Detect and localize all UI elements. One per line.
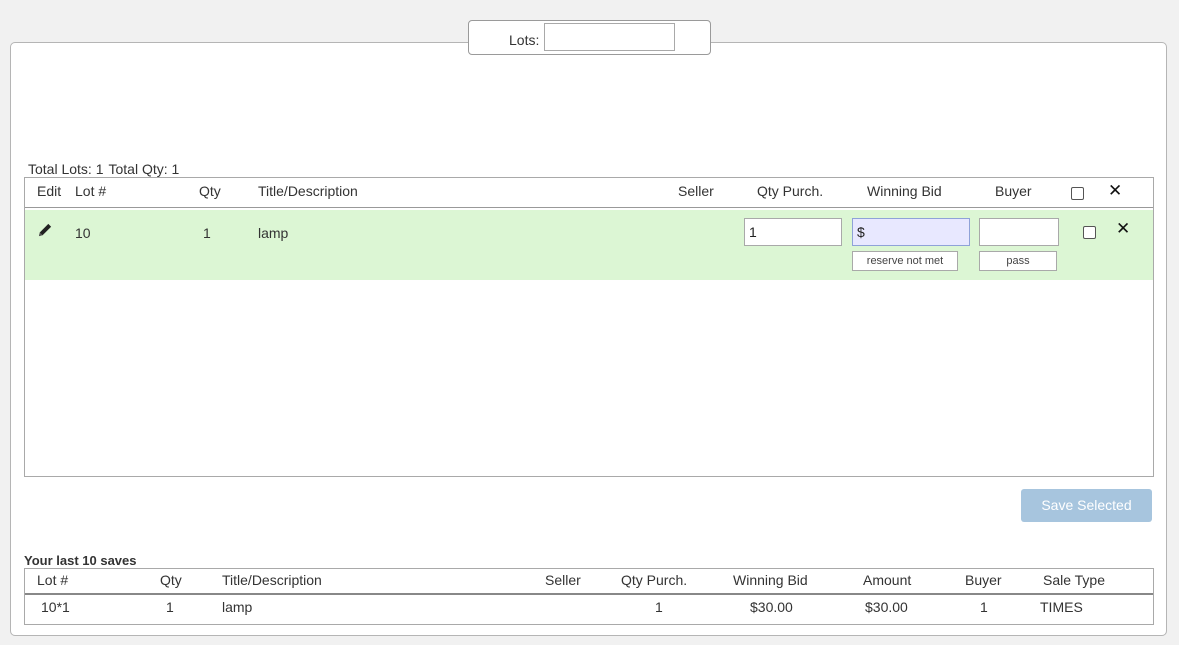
history-title: Your last 10 saves — [24, 553, 137, 568]
pass-button[interactable]: pass — [979, 251, 1057, 271]
history-header-lot: Lot # — [37, 572, 69, 588]
header-qty-purch: Qty Purch. — [757, 183, 824, 199]
header-lot: Lot # — [75, 183, 107, 199]
qty-purch-input[interactable] — [744, 218, 842, 246]
history-winning-bid: $30.00 — [750, 599, 793, 615]
select-all-checkbox[interactable] — [1071, 187, 1084, 200]
history-header-title: Title/Description — [222, 572, 322, 588]
lots-input[interactable] — [544, 23, 675, 51]
lots-grid: Edit Lot # Qty Title/Description Seller … — [24, 177, 1154, 477]
row-select-checkbox[interactable] — [1083, 226, 1096, 239]
history-sale-type: TIMES — [1040, 599, 1083, 615]
header-buyer: Buyer — [995, 183, 1032, 199]
row-qty: 1 — [203, 225, 211, 241]
reserve-not-met-button[interactable]: reserve not met — [852, 251, 958, 271]
totals-summary: Total Lots: 1 Total Qty: 1 — [28, 161, 184, 177]
lots-label: Lots: — [509, 32, 540, 48]
history-header: Lot # Qty Title/Description Seller Qty P… — [25, 569, 1153, 595]
grid-header: Edit Lot # Qty Title/Description Seller … — [25, 178, 1153, 208]
header-seller: Seller — [678, 183, 714, 199]
clear-all-icon[interactable]: ✕ — [1108, 182, 1122, 199]
history-qty: 1 — [166, 599, 174, 615]
history-header-sale-type: Sale Type — [1043, 572, 1106, 588]
lots-filter: Lots: — [468, 20, 711, 55]
buyer-input[interactable] — [979, 218, 1059, 246]
row-lot: 10 — [75, 225, 91, 241]
winning-bid-input[interactable] — [852, 218, 970, 246]
history-header-buyer: Buyer — [965, 572, 1002, 588]
save-selected-button[interactable]: Save Selected — [1021, 489, 1152, 522]
header-qty: Qty — [199, 183, 221, 199]
history-buyer: 1 — [980, 599, 988, 615]
history-title-cell: lamp — [222, 599, 253, 615]
history-table: Lot # Qty Title/Description Seller Qty P… — [24, 568, 1154, 625]
history-header-amount: Amount — [863, 572, 912, 588]
total-qty: Total Qty: 1 — [108, 161, 180, 177]
history-header-seller: Seller — [545, 572, 581, 588]
history-header-qty: Qty — [160, 572, 182, 588]
history-qty-purch: 1 — [655, 599, 663, 615]
header-title: Title/Description — [258, 183, 358, 199]
header-edit: Edit — [37, 183, 62, 199]
close-icon[interactable]: ✕ — [1116, 220, 1130, 237]
header-winning-bid: Winning Bid — [867, 183, 942, 199]
history-header-winning-bid: Winning Bid — [733, 572, 808, 588]
row-title: lamp — [258, 225, 289, 241]
history-amount: $30.00 — [865, 599, 908, 615]
history-lot: 10*1 — [41, 599, 70, 615]
history-header-qty-purch: Qty Purch. — [621, 572, 688, 588]
table-row: 10 1 lamp reserve not met pass ✕ — [25, 210, 1153, 280]
total-lots: Total Lots: 1 — [28, 161, 104, 177]
pencil-icon[interactable] — [38, 222, 53, 240]
